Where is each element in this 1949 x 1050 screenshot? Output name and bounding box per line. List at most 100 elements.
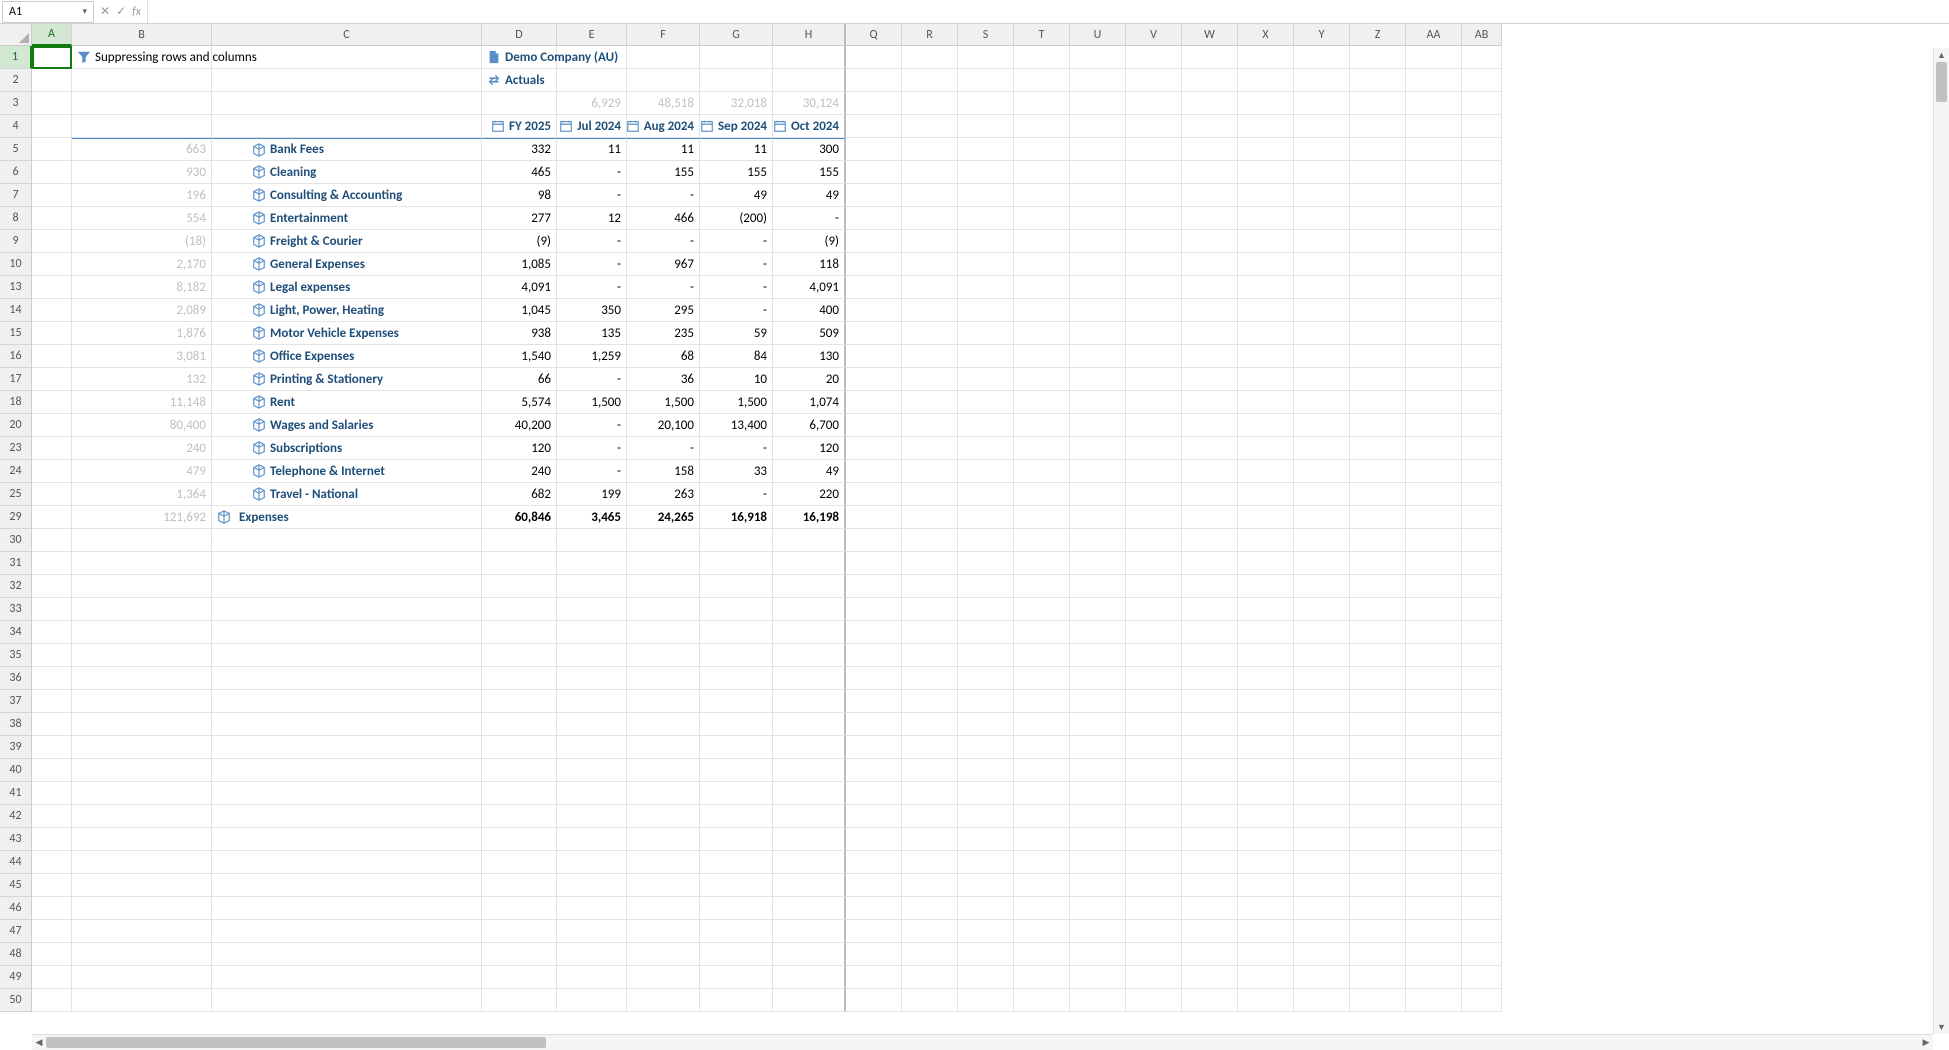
cell[interactable] (902, 345, 958, 368)
cell[interactable]: 30,124 (773, 92, 846, 115)
cell-value[interactable]: 13,400 (700, 414, 773, 437)
cell-value[interactable]: 20 (773, 368, 846, 391)
row-header-30[interactable]: 30 (0, 529, 32, 552)
cancel-icon[interactable]: ✕ (100, 4, 110, 19)
cell-value[interactable]: 1,500 (627, 391, 700, 414)
cell[interactable] (773, 828, 846, 851)
cell[interactable] (1238, 529, 1294, 552)
row-btotal[interactable]: 554 (72, 207, 212, 230)
cell[interactable] (482, 621, 557, 644)
cell[interactable]: 48,518 (627, 92, 700, 115)
row-label[interactable]: Cleaning (212, 161, 482, 184)
cell[interactable] (958, 230, 1014, 253)
cell[interactable] (482, 828, 557, 851)
cell[interactable] (1014, 368, 1070, 391)
cell[interactable] (902, 828, 958, 851)
cell[interactable] (846, 299, 902, 322)
cell-value[interactable]: - (557, 184, 627, 207)
cell[interactable] (1350, 368, 1406, 391)
cell[interactable] (1238, 805, 1294, 828)
cell[interactable] (1406, 299, 1462, 322)
cell[interactable] (1406, 575, 1462, 598)
cell[interactable] (773, 69, 846, 92)
cell[interactable] (846, 483, 902, 506)
cell[interactable] (1406, 621, 1462, 644)
cell[interactable] (1294, 943, 1350, 966)
row-label[interactable]: Printing & Stationery (212, 368, 482, 391)
row-header-40[interactable]: 40 (0, 759, 32, 782)
cell[interactable] (1014, 690, 1070, 713)
cell[interactable] (212, 575, 482, 598)
cell[interactable] (902, 253, 958, 276)
cell[interactable] (1462, 46, 1502, 69)
cell[interactable] (1238, 506, 1294, 529)
cell[interactable] (1350, 552, 1406, 575)
cell[interactable] (902, 920, 958, 943)
cell[interactable] (700, 644, 773, 667)
cell[interactable] (902, 759, 958, 782)
cell[interactable] (32, 736, 72, 759)
cell[interactable] (1014, 299, 1070, 322)
cell[interactable] (1406, 483, 1462, 506)
cell-value[interactable]: 16,918 (700, 506, 773, 529)
cell[interactable] (1182, 966, 1238, 989)
cell-value[interactable]: - (773, 207, 846, 230)
cell[interactable] (482, 805, 557, 828)
cell[interactable] (212, 782, 482, 805)
cell-value[interactable]: 135 (557, 322, 627, 345)
cell[interactable] (1238, 598, 1294, 621)
column-header-C[interactable]: C (212, 24, 482, 46)
cell[interactable] (846, 437, 902, 460)
cell[interactable] (72, 552, 212, 575)
cell[interactable] (1350, 805, 1406, 828)
cell[interactable] (32, 506, 72, 529)
cell[interactable] (482, 690, 557, 713)
cell[interactable] (1070, 598, 1126, 621)
cell[interactable] (773, 598, 846, 621)
cell[interactable] (1294, 46, 1350, 69)
cell[interactable] (1350, 736, 1406, 759)
cell[interactable] (212, 92, 482, 115)
cell[interactable] (958, 506, 1014, 529)
cell[interactable] (846, 69, 902, 92)
cell[interactable] (1406, 943, 1462, 966)
cell[interactable] (1070, 391, 1126, 414)
cell-value[interactable]: - (700, 253, 773, 276)
cell[interactable] (212, 736, 482, 759)
cell-value[interactable]: 682 (482, 483, 557, 506)
fx-icon[interactable]: fx (132, 5, 141, 19)
cell[interactable] (1070, 759, 1126, 782)
cell[interactable] (482, 759, 557, 782)
row-btotal[interactable]: 80,400 (72, 414, 212, 437)
cell[interactable] (482, 874, 557, 897)
cell[interactable] (212, 897, 482, 920)
cell[interactable] (958, 805, 1014, 828)
row-header-43[interactable]: 43 (0, 828, 32, 851)
cell[interactable] (1070, 805, 1126, 828)
cell[interactable] (1294, 253, 1350, 276)
row-label[interactable]: Subscriptions (212, 437, 482, 460)
cell[interactable] (1014, 506, 1070, 529)
cell[interactable] (958, 322, 1014, 345)
row-header-17[interactable]: 17 (0, 368, 32, 391)
cell[interactable] (846, 552, 902, 575)
cell[interactable] (212, 667, 482, 690)
cell[interactable] (1182, 943, 1238, 966)
cell[interactable] (700, 782, 773, 805)
cell[interactable] (902, 989, 958, 1012)
cell[interactable] (1294, 529, 1350, 552)
cell[interactable] (773, 690, 846, 713)
cell[interactable] (1070, 414, 1126, 437)
period-header-H[interactable]: Oct 2024 (773, 115, 846, 138)
row-header-13[interactable]: 13 (0, 276, 32, 299)
cell[interactable] (958, 46, 1014, 69)
row-header-29[interactable]: 29 (0, 506, 32, 529)
cell[interactable] (902, 437, 958, 460)
cell[interactable] (846, 621, 902, 644)
row-header-48[interactable]: 48 (0, 943, 32, 966)
name-box[interactable]: A1 ▾ (2, 1, 94, 23)
cell[interactable] (1294, 506, 1350, 529)
cell-value[interactable]: 118 (773, 253, 846, 276)
cell[interactable] (32, 713, 72, 736)
cell-value[interactable]: - (700, 483, 773, 506)
